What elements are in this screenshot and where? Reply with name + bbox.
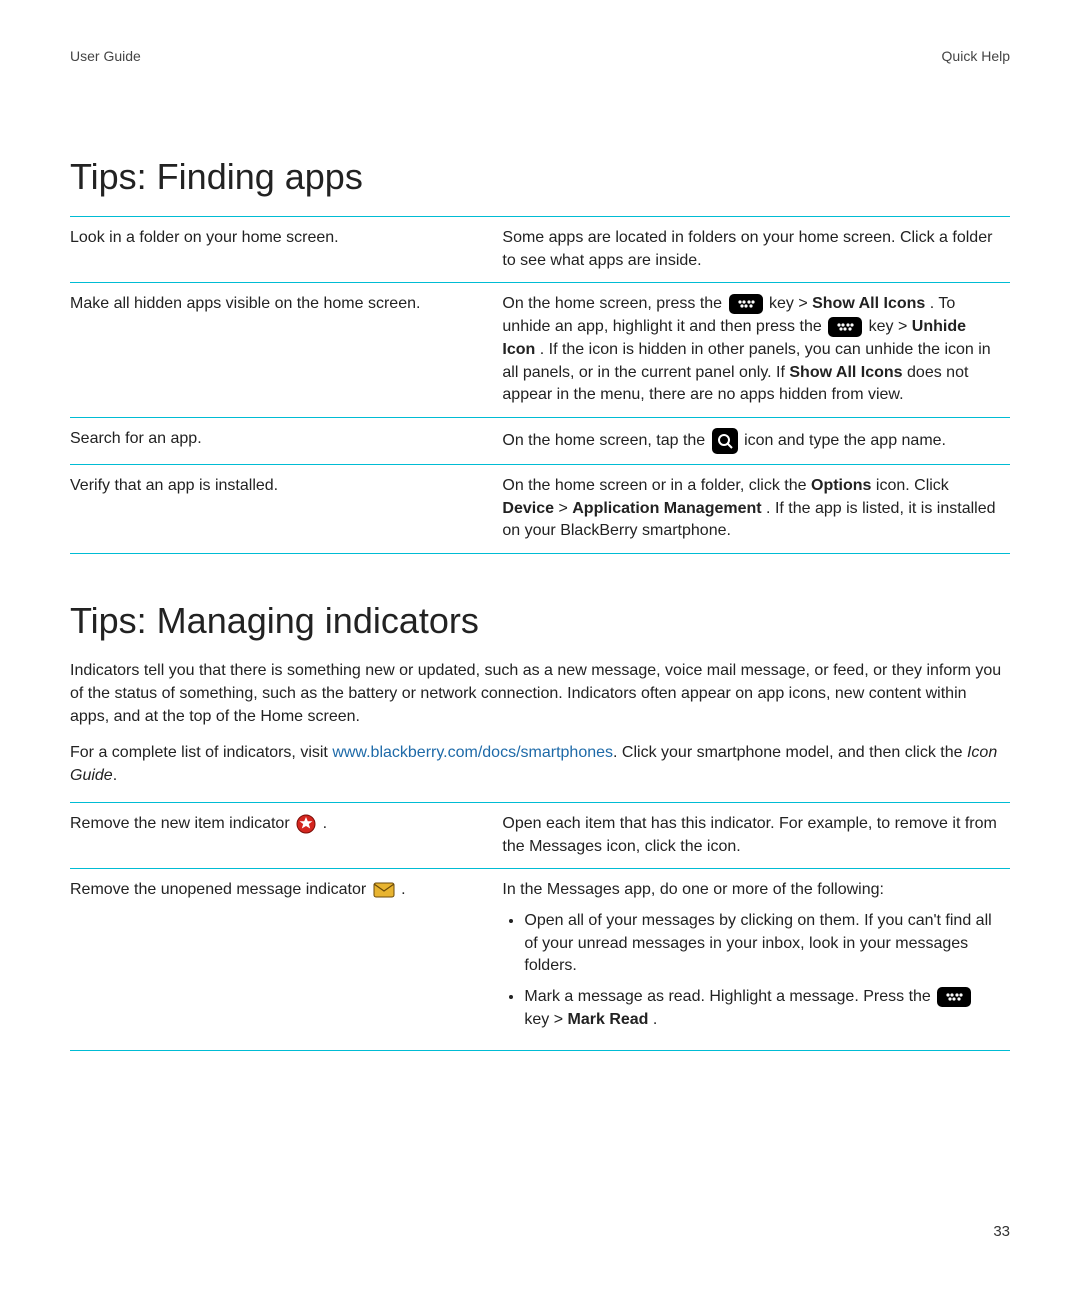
section1-title: Tips: Finding apps — [70, 156, 1010, 198]
blackberry-key-icon — [729, 294, 763, 314]
tip-description: Open each item that has this indicator. … — [502, 802, 1010, 868]
docs-link[interactable]: www.blackberry.com/docs/smartphones — [332, 744, 613, 761]
header-left: User Guide — [70, 48, 141, 64]
tip-description: On the home screen, tap the icon and typ… — [502, 418, 1010, 465]
blackberry-key-icon — [828, 317, 862, 337]
tip-description: On the home screen or in a folder, click… — [502, 465, 1010, 554]
tip-description: Some apps are located in folders on your… — [502, 217, 1010, 283]
unopened-message-indicator-icon — [373, 882, 395, 898]
document-page: User Guide Quick Help Tips: Finding apps… — [0, 0, 1080, 1296]
bullet-list: Open all of your messages by clicking on… — [502, 910, 1002, 1032]
blackberry-key-icon — [937, 987, 971, 1007]
tip-label: Look in a folder on your home screen. — [70, 217, 502, 283]
list-item: Mark a message as read. Highlight a mess… — [524, 986, 1002, 1031]
tip-label: Remove the new item indicator . — [70, 802, 502, 868]
tips-indicators-table: Remove the new item indicator . Open eac… — [70, 802, 1010, 1051]
header-right: Quick Help — [942, 48, 1010, 64]
tips-finding-apps-table: Look in a folder on your home screen. So… — [70, 216, 1010, 554]
table-row: Look in a folder on your home screen. So… — [70, 217, 1010, 283]
new-item-indicator-icon — [296, 814, 316, 834]
table-row: Remove the new item indicator . Open eac… — [70, 802, 1010, 868]
table-row: Verify that an app is installed. On the … — [70, 465, 1010, 554]
tip-label: Remove the unopened message indicator . — [70, 869, 502, 1050]
section2-intro: Indicators tell you that there is someth… — [70, 660, 1010, 728]
table-row: Search for an app. On the home screen, t… — [70, 418, 1010, 465]
tip-label: Search for an app. — [70, 418, 502, 465]
table-row: Remove the unopened message indicator . … — [70, 869, 1010, 1050]
page-number: 33 — [993, 1223, 1010, 1240]
section2-title: Tips: Managing indicators — [70, 600, 1010, 642]
tip-label: Verify that an app is installed. — [70, 465, 502, 554]
search-icon — [712, 428, 738, 454]
section2-link-para: For a complete list of indicators, visit… — [70, 742, 1010, 787]
tip-description: In the Messages app, do one or more of t… — [502, 869, 1010, 1050]
tip-label: Make all hidden apps visible on the home… — [70, 283, 502, 418]
list-item: Open all of your messages by clicking on… — [524, 910, 1002, 978]
page-header: User Guide Quick Help — [70, 48, 1010, 64]
table-row: Make all hidden apps visible on the home… — [70, 283, 1010, 418]
tip-description: On the home screen, press the key > Show… — [502, 283, 1010, 418]
